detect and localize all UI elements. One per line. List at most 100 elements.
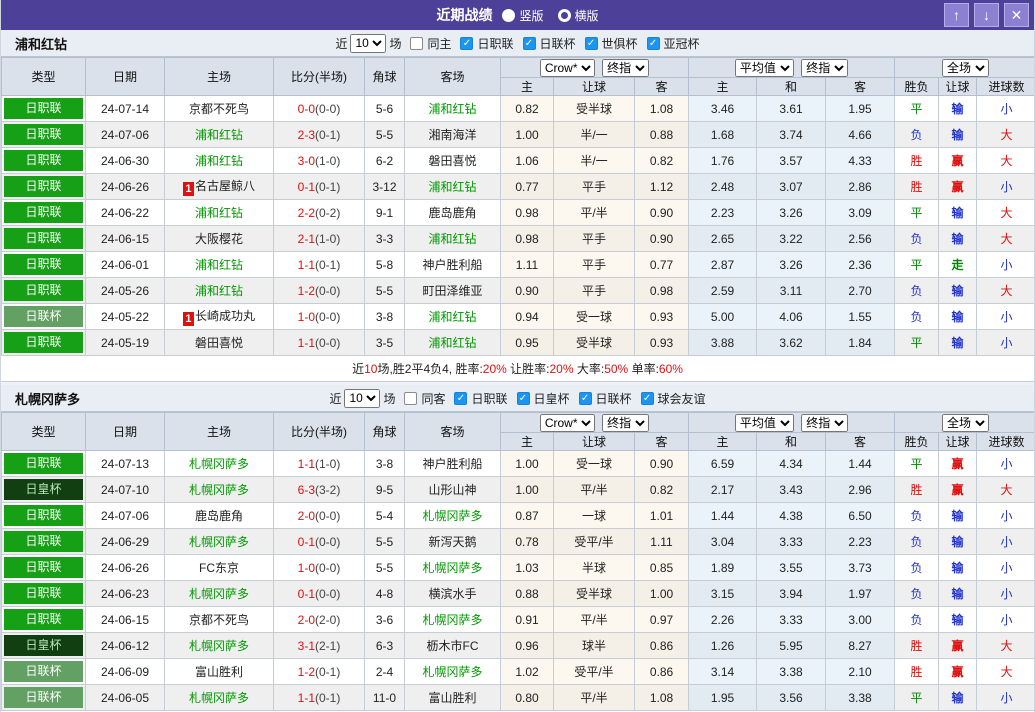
col-away: 客场 [404,412,501,451]
match-date: 24-06-12 [85,632,165,659]
away-team-name: 湘南海洋 [428,128,477,142]
league-label[interactable]: 亚冠杯 [664,35,700,52]
away-odds: 0.93 [633,303,690,330]
radio-selected-icon[interactable] [502,8,516,22]
same-venue-label[interactable]: 同主 [427,35,451,52]
league-checkbox[interactable]: ✓ [460,36,474,50]
close-button[interactable]: ✕ [1004,3,1029,27]
radio-horizontal[interactable]: 横版 [557,7,599,24]
home-team-name: 磐田喜悦 [194,336,243,350]
avg-away-odds: 2.86 [825,173,896,200]
odds-group-header: Crow* 终指 [499,412,690,433]
league-checkbox[interactable]: ✓ [646,36,660,50]
halftime-score: (3-2) [315,482,341,497]
home-team: 札幌冈萨多 [164,632,274,659]
near-count-select[interactable]: 10 [350,33,387,53]
avg-draw-odds: 3.43 [756,476,827,503]
away-team: 鹿岛鹿角 [404,199,501,226]
handicap-line: 平手 [553,225,635,252]
odds-time-select[interactable]: 终指 [602,413,650,432]
league-label[interactable]: 日职联 [477,35,513,52]
handicap-result-cell: 输 [938,502,978,529]
handicap-result-cell: 赢 [938,450,978,477]
handicap-result-cell: 输 [938,277,978,304]
radio-vertical[interactable]: 竖版 [502,7,544,24]
odds-source-select[interactable]: Crow* [539,58,595,77]
away-team: 神户胜利船 [404,251,501,278]
same-venue-label[interactable]: 同客 [421,390,445,407]
handicap-result-value: 输 [951,336,964,350]
match-score: 1-2(0-1) [273,658,365,685]
result-value: 负 [910,587,923,601]
avg-draw-odds: 3.26 [756,199,827,226]
league-checkbox[interactable]: ✓ [454,391,468,405]
league-checkbox[interactable]: ✓ [522,36,536,50]
results-table: 类型 日期 主场 比分(半场) 角球 客场 Crow* 终指 平均值 终指 全场… [1,57,1034,356]
home-odds: 0.98 [500,199,554,226]
move-up-button[interactable]: ↑ [944,3,969,27]
scope-select[interactable]: 全场 [942,58,990,77]
away-team-name: 山形山神 [428,483,477,497]
home-odds: 1.03 [500,554,554,581]
avg-draw-odds: 5.95 [756,632,827,659]
home-team: 大阪樱花 [164,225,274,252]
league-badge: 日职联 [4,505,83,526]
league-label[interactable]: 日联杯 [540,35,576,52]
match-score: 0-0(0-0) [273,95,365,122]
scope-select[interactable]: 全场 [942,413,990,432]
same-venue-checkbox[interactable] [404,391,418,405]
same-venue-checkbox[interactable] [410,36,424,50]
handicap-line: 受一球 [553,450,635,477]
summary-text: 近10场,胜2平4负4, 胜率:20% 让胜率:20% 大率:50% 单率:60… [352,360,683,377]
halftime-score: (1-0) [315,153,341,168]
goals-cell: 大 [976,199,1034,226]
halftime-score: (0-0) [315,586,341,601]
odds-source-select[interactable]: Crow* [539,413,595,432]
home-team: 札幌冈萨多 [164,684,274,711]
league-label[interactable]: 日皇杯 [534,390,570,407]
home-odds: 1.00 [500,450,554,477]
avg-time-select[interactable]: 终指 [801,58,849,77]
home-odds: 0.94 [500,303,554,330]
radio-unselected-icon[interactable] [557,8,571,22]
result-cell: 胜 [894,173,940,200]
avg-time-select[interactable]: 终指 [801,413,849,432]
avg-source-select[interactable]: 平均值 [734,58,794,77]
result-value: 负 [910,128,923,142]
near-count-select[interactable]: 10 [344,388,381,408]
avg-group-header: 平均值 终指 [688,57,896,78]
odds-time-select[interactable]: 终指 [602,58,650,77]
avg-away-odds: 8.27 [825,632,896,659]
avg-away-odds: 2.96 [825,476,896,503]
handicap-result-cell: 输 [938,225,978,252]
home-odds: 0.82 [500,95,554,122]
handicap-result-cell: 输 [938,95,978,122]
avg-source-select[interactable]: 平均值 [734,413,794,432]
league-checkbox[interactable]: ✓ [578,391,592,405]
halftime-score: (0-0) [315,283,341,298]
league-label[interactable]: 日职联 [471,390,507,407]
league-checkbox[interactable]: ✓ [516,391,530,405]
subcol-avg-draw: 和 [756,432,827,451]
halftime-score: (0-0) [315,508,341,523]
goals-value: 小 [1000,336,1013,350]
league-label[interactable]: 日联杯 [596,390,632,407]
league-label[interactable]: 世俱杯 [602,35,638,52]
league-checkbox[interactable]: ✓ [640,391,654,405]
away-team: 浦和红钻 [404,225,501,252]
league-checkbox[interactable]: ✓ [584,36,598,50]
home-team-name: 浦和红钻 [194,206,243,220]
move-down-button[interactable]: ↓ [974,3,999,27]
corner-score: 5-5 [364,554,405,581]
subcol-handicap: 让球 [553,432,635,451]
filter-bar: 近 10 场同客 ✓ 日职联 ✓ 日皇杯 ✓ 日联杯 ✓ 球会友谊 [329,388,706,408]
col-home: 主场 [164,412,274,451]
home-odds: 0.80 [500,684,554,711]
home-team: 浦和红钻 [164,147,274,174]
away-odds: 0.86 [633,632,690,659]
goals-cell: 小 [976,173,1034,200]
league-label[interactable]: 球会友谊 [658,390,706,407]
handicap-result-cell: 输 [938,684,978,711]
goals-value: 小 [1000,509,1013,523]
match-date: 24-07-14 [85,95,165,122]
